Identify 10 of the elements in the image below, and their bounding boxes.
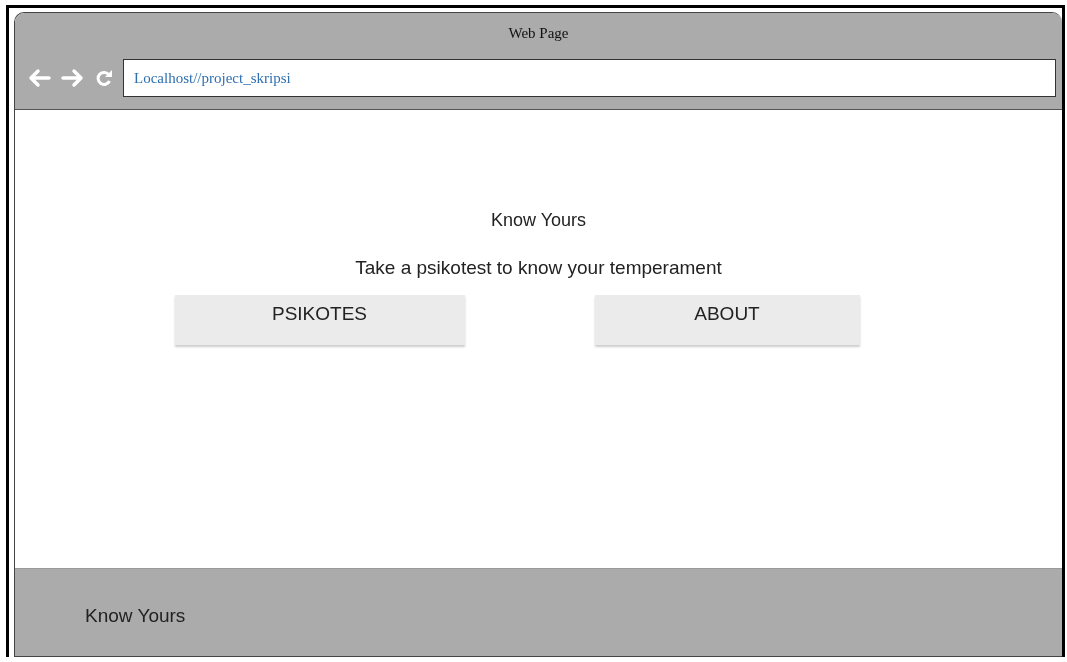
page-subtitle: Take a psikotest to know your temperament: [355, 257, 722, 279]
window-title: Web Page: [507, 24, 570, 43]
back-arrow-icon[interactable]: [27, 68, 51, 88]
footer-text: Know Yours: [85, 604, 186, 627]
forward-arrow-icon[interactable]: [61, 68, 85, 88]
reload-icon[interactable]: [95, 69, 113, 87]
nav-button[interactable]: ABOUT: [594, 295, 860, 345]
nav-button[interactable]: PSIKOTES: [174, 295, 465, 345]
address-field[interactable]: Localhost//project_skripsi: [123, 59, 1056, 97]
page-heading: Know Yours: [490, 210, 587, 231]
